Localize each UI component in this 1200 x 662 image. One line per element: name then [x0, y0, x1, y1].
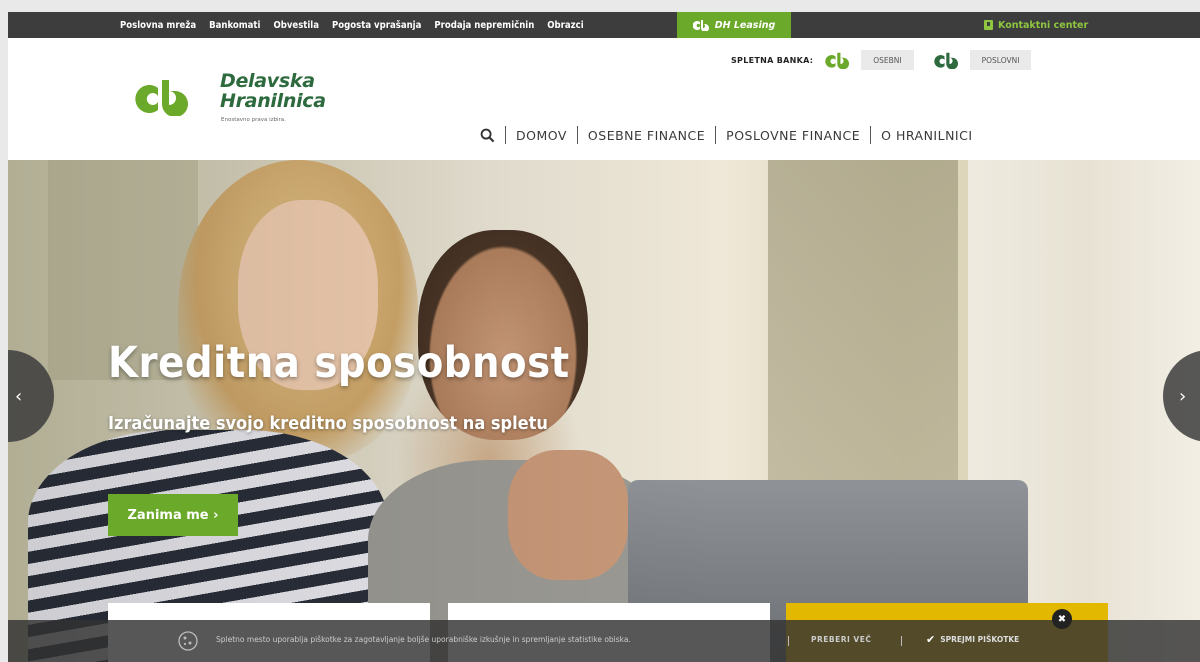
online-banking-business-label: POSLOVNI [969, 50, 1032, 70]
top-utility-bar: Poslovna mreža Bankomati Obvestila Pogos… [8, 12, 1200, 38]
browser-viewport: Poslovna mreža Bankomati Obvestila Pogos… [8, 12, 1200, 662]
nav-divider [870, 126, 872, 144]
hero-title: Kreditna sposobnost [108, 338, 570, 388]
nav-divider [505, 126, 506, 144]
online-banking-personal-button[interactable]: OSEBNI [823, 50, 914, 70]
online-banking-label: SPLETNA BANKA: [731, 55, 814, 65]
nav-divider [715, 126, 717, 144]
link-obrazci[interactable]: Obrazci [547, 20, 583, 31]
link-pogosta-vprasanja[interactable]: Pogosta vprašanja [332, 20, 421, 31]
cookie-accept-label: SPREJMI PIŠKOTKE [940, 635, 1020, 644]
nav-item-osebne-finance[interactable]: OSEBNE FINANCE [588, 128, 705, 143]
cookie-divider [788, 636, 789, 646]
cookie-accept-button[interactable]: ✔ SPREJMI PIŠKOTKE [926, 633, 1019, 646]
contact-center-label: Kontaktni center [998, 19, 1089, 31]
checkmark-icon: ✔ [926, 633, 936, 646]
dh-logo-icon [135, 80, 188, 116]
hero-slider: Kreditna sposobnost Izračunajte svojo kr… [8, 160, 1200, 662]
link-poslovna-mreza[interactable]: Poslovna mreža [120, 20, 196, 31]
online-banking-personal-label: OSEBNI [861, 50, 914, 70]
dh-logo-icon [933, 52, 958, 69]
dh-logo-icon [825, 52, 850, 69]
dh-leasing-button[interactable]: DH Leasing [677, 12, 791, 38]
cookie-divider [901, 636, 902, 646]
link-obvestila[interactable]: Obvestila [273, 20, 319, 31]
phone-icon [984, 20, 993, 30]
cookie-message: Spletno mesto uporablja piškotke za zago… [216, 635, 631, 644]
dh-logo-icon [692, 20, 709, 31]
search-icon[interactable] [480, 128, 495, 143]
chevron-left-icon: ‹ [15, 385, 23, 407]
logo-slogan: Enostavno prava izbira. [221, 117, 286, 123]
close-icon: ✖ [1057, 613, 1067, 625]
cookie-consent-bar: Spletno mesto uporablja piškotke za zago… [8, 609, 1200, 662]
hero-subtitle: Izračunajte svojo kreditno sposobnost na… [108, 413, 548, 434]
contact-center-link[interactable]: Kontaktni center [984, 12, 1088, 38]
logo-name-line2: Hranilnica [220, 90, 326, 112]
chevron-right-icon: › [1179, 385, 1187, 407]
utility-links: Poslovna mreža Bankomati Obvestila Pogos… [120, 12, 597, 38]
online-banking-business-button[interactable]: POSLOVNI [932, 50, 1032, 70]
cookie-icon [178, 631, 198, 651]
cookie-close-button[interactable]: ✖ [1052, 609, 1072, 629]
dh-leasing-label: DH Leasing [714, 19, 776, 31]
online-banking: SPLETNA BANKA: OSEBNI POSLOVNI [731, 48, 1049, 72]
nav-item-domov[interactable]: DOMOV [516, 128, 567, 143]
logo-name-line1: Delavska [220, 70, 315, 92]
cookie-read-more-link[interactable]: PREBERI VEČ [811, 635, 871, 644]
nav-item-o-hranilnici[interactable]: O HRANILNICI [881, 128, 972, 143]
link-bankomati[interactable]: Bankomati [209, 20, 260, 31]
link-prodaja-nepremicnin[interactable]: Prodaja nepremičnin [434, 20, 534, 31]
site-header: Delavska Hranilnica Enostavno prava izbi… [8, 38, 1200, 160]
hero-cta-button[interactable]: Zanima me › [108, 494, 238, 536]
main-navigation: DOMOV OSEBNE FINANCE POSLOVNE FINANCE O … [480, 126, 973, 144]
nav-divider [576, 126, 578, 144]
nav-item-poslovne-finance[interactable]: POSLOVNE FINANCE [726, 128, 860, 143]
site-logo[interactable]: Delavska Hranilnica Enostavno prava izbi… [132, 70, 352, 140]
